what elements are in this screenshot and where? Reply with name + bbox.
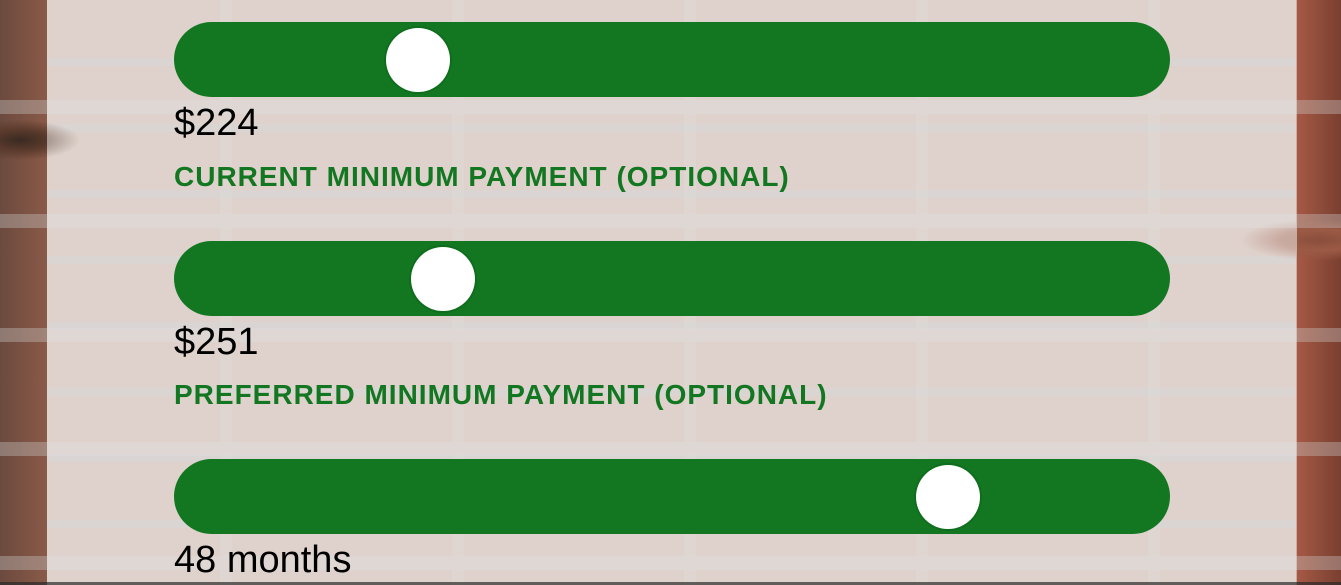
slider-value-1: $224 <box>174 102 259 144</box>
slider-thumb-3[interactable] <box>915 464 980 529</box>
slider-thumb-1[interactable] <box>386 27 451 92</box>
slider-value-2: $251 <box>174 321 259 363</box>
preferred-minimum-payment-label: PREFERRED MINIMUM PAYMENT (OPTIONAL) <box>174 379 828 410</box>
slider-value-3: 48 months <box>174 539 352 581</box>
current-minimum-payment-label: CURRENT MINIMUM PAYMENT (OPTIONAL) <box>174 161 790 192</box>
slider-track-1[interactable] <box>174 22 1170 97</box>
slider-track-2[interactable] <box>174 241 1170 316</box>
slider-track-3[interactable] <box>174 459 1170 534</box>
slider-thumb-2[interactable] <box>410 246 475 311</box>
